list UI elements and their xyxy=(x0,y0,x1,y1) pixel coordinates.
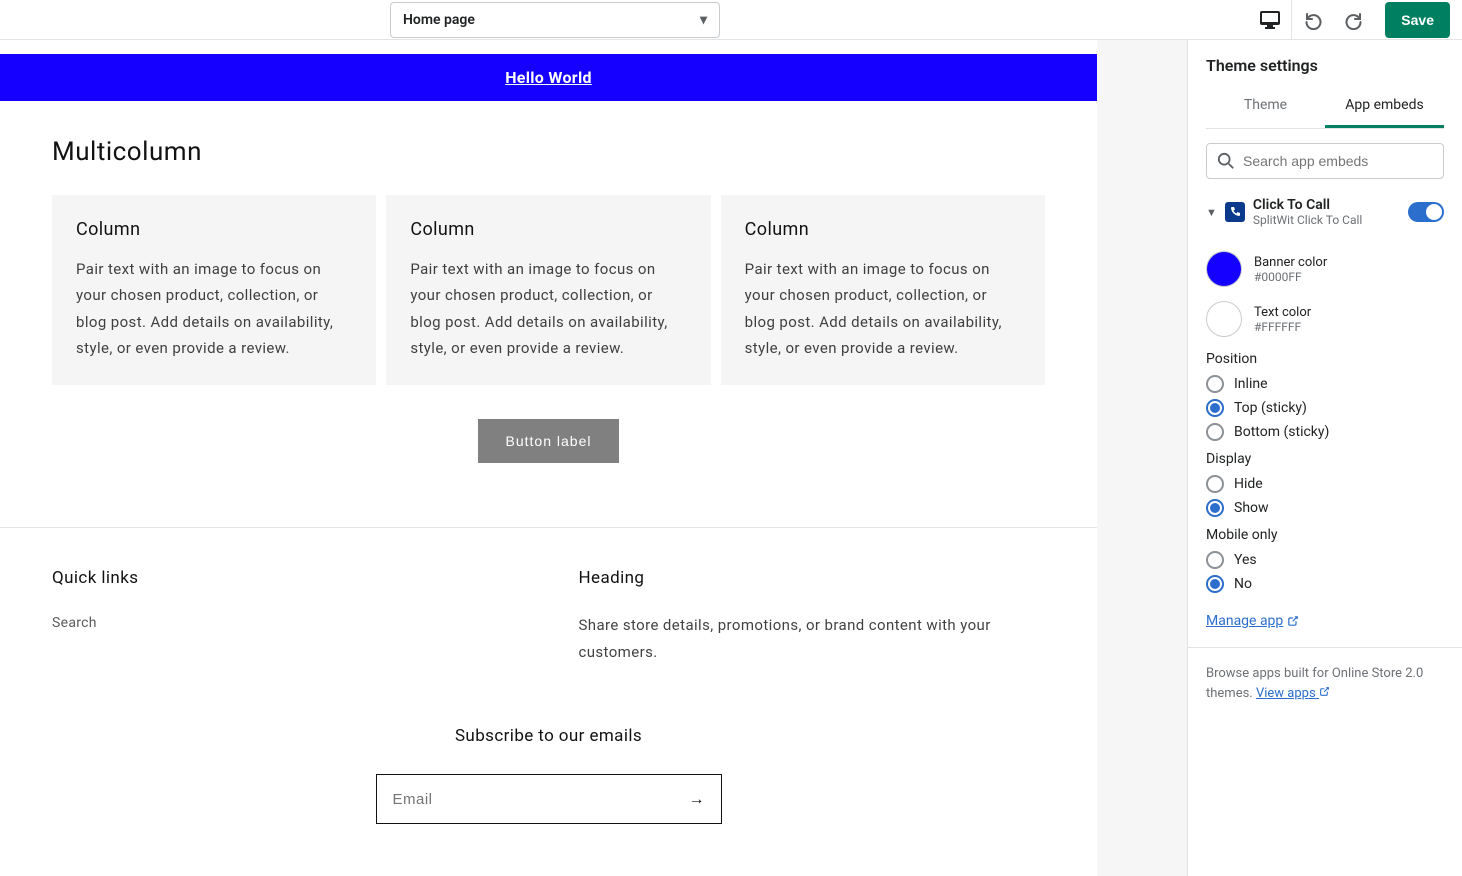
tab-app-embeds[interactable]: App embeds xyxy=(1325,85,1444,128)
column-title: Column xyxy=(410,219,686,240)
email-field[interactable]: → xyxy=(376,774,722,824)
banner-color-swatch xyxy=(1206,251,1242,287)
footer-heading-body: Share store details, promotions, or bran… xyxy=(579,612,1046,666)
footer-section: Quick links Search Heading Share store d… xyxy=(0,528,1097,706)
submit-arrow-icon[interactable]: → xyxy=(689,789,705,809)
radio-mobile-yes[interactable]: Yes xyxy=(1206,551,1444,569)
hello-banner[interactable]: Hello World xyxy=(0,54,1097,101)
save-button[interactable]: Save xyxy=(1385,2,1450,38)
manage-app-link[interactable]: Manage app xyxy=(1206,613,1299,629)
radio-display-hide[interactable]: Hide xyxy=(1206,475,1444,493)
search-app-embeds[interactable] xyxy=(1206,143,1444,179)
collapse-icon[interactable]: ▼ xyxy=(1206,206,1217,219)
quick-link-search[interactable]: Search xyxy=(52,615,97,631)
redo-icon[interactable] xyxy=(1333,0,1375,40)
column-body: Pair text with an image to focus on your… xyxy=(76,256,352,361)
banner-color-value: #0000FF xyxy=(1254,270,1327,284)
external-link-icon xyxy=(1319,686,1330,697)
column-body: Pair text with an image to focus on your… xyxy=(745,256,1021,361)
position-label: Position xyxy=(1206,351,1444,367)
multicolumn-section: Multicolumn Column Pair text with an ima… xyxy=(0,101,1097,503)
search-icon xyxy=(1217,152,1235,170)
footer-heading-title: Heading xyxy=(579,568,1046,588)
subscribe-title: Subscribe to our emails xyxy=(0,726,1097,746)
column-title: Column xyxy=(76,219,352,240)
search-input[interactable] xyxy=(1243,153,1433,169)
page-selector-label: Home page xyxy=(403,12,475,28)
embed-toggle[interactable] xyxy=(1408,202,1444,222)
column-card: Column Pair text with an image to focus … xyxy=(386,195,710,385)
chevron-down-icon: ▾ xyxy=(700,12,707,28)
topbar: Home page ▾ Save xyxy=(0,0,1462,40)
embed-name: Click To Call xyxy=(1253,197,1400,213)
embed-subtitle: SplitWit Click To Call xyxy=(1253,213,1400,227)
radio-position-bottom[interactable]: Bottom (sticky) xyxy=(1206,423,1444,441)
display-label: Display xyxy=(1206,451,1444,467)
email-input[interactable] xyxy=(393,791,689,808)
text-color-setting[interactable]: Text color #FFFFFF xyxy=(1206,301,1444,337)
theme-settings-sidebar: Theme settings Theme App embeds ▼ Click … xyxy=(1187,40,1462,876)
banner-color-label: Banner color xyxy=(1254,255,1327,270)
radio-position-top[interactable]: Top (sticky) xyxy=(1206,399,1444,417)
external-link-icon xyxy=(1287,615,1299,627)
mobile-only-label: Mobile only xyxy=(1206,527,1444,543)
quick-links-title: Quick links xyxy=(52,568,519,588)
text-color-value: #FFFFFF xyxy=(1254,320,1311,334)
phone-icon xyxy=(1225,202,1245,222)
multicolumn-title: Multicolumn xyxy=(52,137,1045,167)
browse-apps-text: Browse apps built for Online Store 2.0 t… xyxy=(1188,648,1462,719)
button-label[interactable]: Button label xyxy=(478,419,620,463)
tab-theme[interactable]: Theme xyxy=(1206,85,1325,128)
column-card: Column Pair text with an image to focus … xyxy=(721,195,1045,385)
page-selector[interactable]: Home page ▾ xyxy=(390,2,720,38)
undo-icon[interactable] xyxy=(1291,0,1333,40)
subscribe-section: Subscribe to our emails → xyxy=(0,706,1097,864)
desktop-view-icon[interactable] xyxy=(1249,0,1291,40)
sidebar-title: Theme settings xyxy=(1206,56,1444,75)
text-color-label: Text color xyxy=(1254,305,1311,320)
radio-display-show[interactable]: Show xyxy=(1206,499,1444,517)
embed-click-to-call: ▼ Click To Call SplitWit Click To Call xyxy=(1188,193,1462,241)
radio-position-inline[interactable]: Inline xyxy=(1206,375,1444,393)
preview-pane: Hello World Multicolumn Column Pair text… xyxy=(0,40,1187,876)
view-apps-link[interactable]: View apps xyxy=(1256,686,1330,701)
banner-color-setting[interactable]: Banner color #0000FF xyxy=(1206,251,1444,287)
column-card: Column Pair text with an image to focus … xyxy=(52,195,376,385)
text-color-swatch xyxy=(1206,301,1242,337)
column-title: Column xyxy=(745,219,1021,240)
column-body: Pair text with an image to focus on your… xyxy=(410,256,686,361)
radio-mobile-no[interactable]: No xyxy=(1206,575,1444,593)
